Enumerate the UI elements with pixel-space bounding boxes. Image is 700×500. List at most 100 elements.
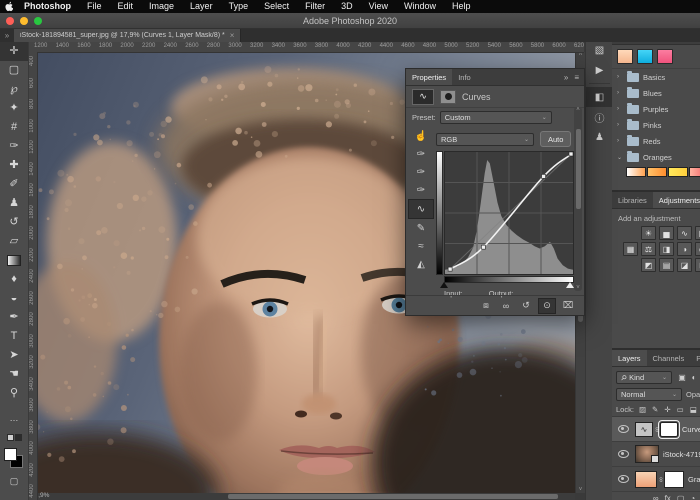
menu-edit[interactable]: Edit (110, 0, 142, 13)
foreground-color-swatch[interactable] (4, 448, 17, 461)
clip-to-layer-button[interactable]: ⧈ (478, 299, 494, 313)
dodge-tool[interactable]: ◒ (0, 289, 28, 308)
eyedropper-tool[interactable]: ✑ (0, 137, 28, 156)
gradient-swatch[interactable] (647, 167, 667, 177)
curve-point[interactable] (541, 174, 546, 179)
curves-plot[interactable] (444, 151, 574, 275)
tab-libraries[interactable]: Libraries (612, 192, 653, 208)
levels-icon[interactable]: ▅ (659, 226, 674, 240)
canvas-horizontal-scrollbar[interactable] (28, 493, 575, 500)
gradient-group-basics[interactable]: › Basics (612, 69, 700, 85)
black-point-slider[interactable] (440, 282, 448, 288)
history-brush-tool[interactable]: ↺ (0, 213, 28, 232)
lasso-tool[interactable]: ℘ (0, 80, 28, 99)
close-tab-icon[interactable]: × (230, 31, 235, 40)
menu-3d[interactable]: 3D (333, 0, 361, 13)
menu-view[interactable]: View (361, 0, 396, 13)
lock-all-icon[interactable]: ⬓ (690, 405, 697, 414)
gradient-tool[interactable] (0, 251, 28, 270)
clone-stamp-tool[interactable]: ♟ (0, 194, 28, 213)
panel-scrollbar[interactable]: ˄ ˅ (574, 107, 582, 291)
threshold-icon[interactable]: ◪ (677, 258, 692, 272)
white-point-slider[interactable] (566, 282, 574, 288)
default-colors-icon[interactable] (0, 431, 28, 443)
healing-brush-tool[interactable]: ✚ (0, 156, 28, 175)
collapse-panel-icon[interactable]: » (564, 73, 568, 82)
marquee-tool[interactable]: ▢ (0, 61, 28, 80)
layer-row[interactable]: ∞ Gradient (612, 467, 700, 492)
blend-mode-select[interactable]: Normal ⌄ (616, 388, 682, 401)
white-point-eyedropper[interactable]: ✑ (408, 181, 434, 199)
quick-mask-button[interactable]: ▢ (0, 475, 28, 487)
tab-layers[interactable]: Layers (612, 350, 647, 366)
actions-panel-icon[interactable]: ▶ (586, 60, 613, 80)
previous-state-button[interactable]: ∞ (498, 299, 514, 313)
lock-transparency-icon[interactable]: ▨ (639, 405, 646, 414)
tab-channels[interactable]: Channels (647, 350, 691, 366)
gray-point-eyedropper[interactable]: ✑ (408, 163, 434, 181)
type-tool[interactable]: T (0, 327, 28, 346)
curve-point[interactable] (568, 151, 574, 157)
properties-panel-icon[interactable]: ◧ (586, 87, 613, 107)
tab-paths[interactable]: Paths (690, 350, 700, 366)
channel-mixer-icon[interactable]: ◍ (695, 242, 700, 256)
delete-adjustment-button[interactable]: ⌧ (560, 299, 576, 313)
preset-select[interactable]: Custom ⌄ (439, 111, 552, 124)
menu-filter[interactable]: Filter (297, 0, 333, 13)
curve-point[interactable] (447, 266, 453, 272)
layer-visibility-icon[interactable] (618, 475, 629, 483)
menu-file[interactable]: File (79, 0, 110, 13)
menu-layer[interactable]: Layer (182, 0, 221, 13)
filter-pixel-layers-icon[interactable]: ▣ (676, 373, 688, 382)
layer-effects-icon[interactable]: fx (665, 494, 671, 500)
lock-position-icon[interactable]: ✛ (664, 405, 670, 414)
edit-toolbar-ellipsis[interactable]: … (0, 411, 28, 425)
zoom-tool[interactable]: ⚲ (0, 384, 28, 403)
scroll-down-icon[interactable]: ˅ (574, 285, 582, 291)
pen-tool[interactable]: ✒ (0, 308, 28, 327)
reset-button[interactable]: ↺ (518, 299, 534, 313)
gradient-group-oranges[interactable]: ⌄ Oranges (612, 149, 700, 165)
path-selection-tool[interactable]: ➤ (0, 346, 28, 365)
tab-adjustments[interactable]: Adjustments (652, 192, 700, 208)
draw-curve-pencil-tool[interactable]: ✎ (408, 219, 434, 237)
layer-visibility-icon[interactable] (618, 425, 629, 433)
info-panel-icon[interactable]: ⓘ (586, 107, 613, 127)
eraser-tool[interactable]: ▱ (0, 232, 28, 251)
tab-properties[interactable]: Properties (406, 69, 453, 85)
gradient-swatch[interactable] (668, 167, 688, 177)
menu-image[interactable]: Image (141, 0, 182, 13)
layer-row[interactable]: iStock-471900639_s (612, 442, 700, 467)
blur-tool[interactable]: ♦ (0, 270, 28, 289)
apple-icon[interactable] (0, 1, 16, 12)
curves-icon[interactable]: ∿ (677, 226, 692, 240)
layer-visibility-icon[interactable] (618, 450, 629, 458)
selective-color-icon[interactable]: ⊠ (695, 258, 700, 272)
gradient-group-purples[interactable]: › Purples (612, 101, 700, 117)
gradient-swatch[interactable] (626, 167, 646, 177)
clone-source-panel-icon[interactable]: ♟ (586, 127, 613, 147)
quick-selection-tool[interactable]: ✦ (0, 99, 28, 118)
curve-point[interactable] (481, 244, 486, 250)
scroll-thumb[interactable] (575, 129, 581, 209)
invert-icon[interactable]: ◩ (641, 258, 656, 272)
brightness-contrast-icon[interactable]: ☀ (641, 226, 656, 240)
color-balance-icon[interactable]: ⚖ (641, 242, 656, 256)
posterize-icon[interactable]: ▤ (659, 258, 674, 272)
histogram-clipping-toggle[interactable]: ◭ (408, 255, 434, 273)
gradient-swatch[interactable] (689, 167, 700, 177)
targeted-adjustment-tool[interactable]: ☝ (408, 127, 434, 145)
hand-tool[interactable]: ☚ (0, 365, 28, 384)
layer-mask-thumbnail[interactable] (664, 470, 684, 488)
lock-pixels-icon[interactable]: ✎ (652, 405, 658, 414)
visibility-toggle[interactable]: ⊙ (538, 297, 556, 314)
layer-filter-select[interactable]: ⚲ Kind ⌄ (616, 371, 672, 384)
history-panel-icon[interactable]: ▧ (586, 40, 613, 60)
hue-saturation-icon[interactable]: ▦ (623, 242, 638, 256)
menu-photoshop[interactable]: Photoshop (16, 0, 79, 13)
gradient-group-blues[interactable]: › Blues (612, 85, 700, 101)
gradient-swatch[interactable] (637, 49, 653, 64)
scroll-up-icon[interactable]: ˄ (574, 107, 582, 113)
panel-menu-icon[interactable]: ≡ (574, 73, 579, 82)
photo-filter-icon[interactable]: ◑ (677, 242, 692, 256)
